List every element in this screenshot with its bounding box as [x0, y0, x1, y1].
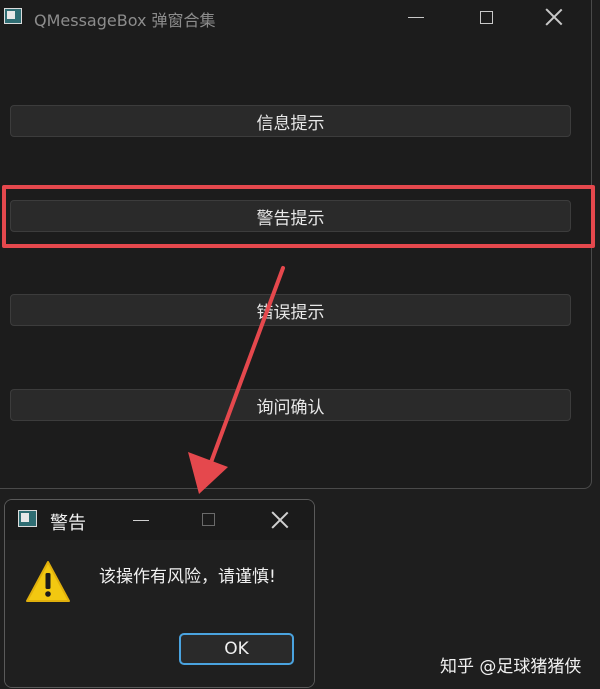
minimize-icon[interactable]: [133, 520, 149, 521]
dialog-title: 警告: [50, 513, 86, 534]
maximize-icon: [202, 513, 215, 526]
close-icon[interactable]: [271, 511, 289, 529]
app-icon: [18, 510, 37, 527]
ok-button[interactable]: OK: [179, 633, 294, 665]
watermark: 知乎 @足球猪猪侠: [440, 657, 582, 677]
warning-icon: [26, 561, 70, 602]
dialog-body: 该操作有风险，请谨慎! OK: [5, 540, 314, 687]
dialog-message: 该操作有风险，请谨慎!: [99, 567, 276, 587]
warning-dialog: 警告 该操作有风险，请谨慎! OK: [4, 499, 315, 688]
dialog-title-bar: 警告: [5, 500, 314, 540]
